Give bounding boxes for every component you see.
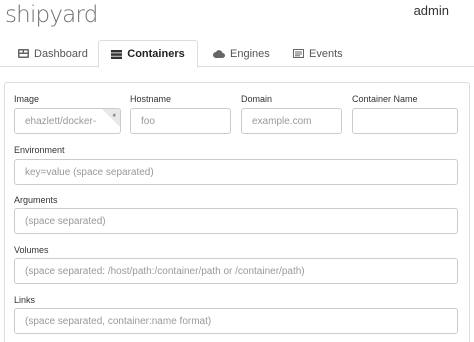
volumes-field[interactable] [14, 258, 458, 284]
arguments-input[interactable] [25, 215, 457, 227]
domain-input[interactable] [252, 115, 341, 127]
hostname-input[interactable] [141, 115, 230, 127]
tab-dashboard-label: Dashboard [34, 47, 88, 60]
image-field[interactable]: ehazlett/docker- * [14, 108, 121, 134]
container-name-field[interactable] [352, 108, 458, 134]
container-name-label: Container Name [352, 94, 418, 104]
arguments-field[interactable] [14, 208, 458, 234]
volumes-input[interactable] [25, 265, 457, 277]
links-input[interactable] [25, 315, 457, 327]
tab-containers[interactable]: Containers [98, 40, 198, 68]
tab-events-label: Events [309, 47, 343, 60]
tab-engines[interactable]: Engines [207, 40, 276, 67]
arguments-label: Arguments [14, 195, 58, 205]
tab-containers-label: Containers [127, 48, 185, 60]
hostname-label: Hostname [130, 94, 172, 104]
links-label: Links [14, 295, 36, 305]
environment-label: Environment [14, 145, 65, 155]
domain-field[interactable] [241, 108, 342, 134]
tab-events[interactable]: Events [287, 40, 349, 67]
cloud-icon [213, 49, 225, 58]
environment-input[interactable] [25, 166, 457, 178]
user-menu[interactable]: admin [414, 3, 449, 18]
required-mark: * [112, 112, 116, 122]
image-value: ehazlett/docker- [25, 115, 97, 127]
required-corner [102, 109, 120, 127]
dashboard-icon [18, 49, 29, 58]
image-label: Image [14, 94, 40, 104]
hostname-field[interactable] [130, 108, 231, 134]
volumes-label: Volumes [14, 245, 49, 255]
brand-logo[interactable]: shipyard [5, 2, 98, 28]
containers-icon [111, 49, 123, 59]
environment-field[interactable] [14, 159, 458, 185]
links-field[interactable] [14, 308, 458, 334]
container-name-input[interactable] [363, 115, 457, 127]
tab-dashboard[interactable]: Dashboard [12, 40, 94, 67]
tab-engines-label: Engines [230, 47, 270, 60]
domain-label: Domain [241, 94, 273, 104]
events-icon [293, 49, 304, 58]
